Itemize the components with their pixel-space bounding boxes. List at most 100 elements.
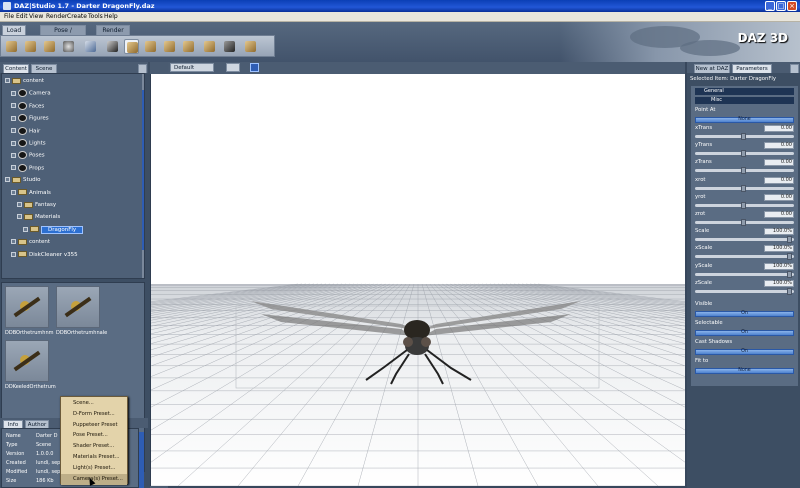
bend-icon[interactable] <box>202 39 217 54</box>
param-slider[interactable] <box>695 287 794 295</box>
select-icon[interactable] <box>105 39 120 54</box>
menu-item[interactable]: Materials Preset... <box>61 452 127 463</box>
param-slider[interactable] <box>695 133 794 140</box>
tree-item[interactable]: Figures <box>11 114 49 123</box>
panel-close-icon[interactable] <box>790 64 799 73</box>
expand-icon[interactable] <box>11 128 16 134</box>
menu-item[interactable]: Light(s) Preset... <box>61 463 127 474</box>
param-value-field[interactable]: 0.00 <box>764 159 794 167</box>
menu-render[interactable]: Render <box>46 13 67 20</box>
twist-icon[interactable] <box>222 39 237 54</box>
menu-file[interactable]: File <box>4 13 14 20</box>
slider-handle[interactable] <box>741 219 746 226</box>
param-slider[interactable] <box>695 236 794 244</box>
expand-icon[interactable] <box>11 140 16 146</box>
param-slider[interactable] <box>695 184 794 192</box>
expand-icon[interactable] <box>11 251 16 257</box>
close-button[interactable]: × <box>787 1 797 11</box>
toggle-button[interactable]: On <box>695 349 794 355</box>
tree-item-selected[interactable]: DragonFly <box>23 225 84 234</box>
maximize-button[interactable]: □ <box>776 1 786 11</box>
expand-icon[interactable] <box>11 103 16 109</box>
translate-icon[interactable] <box>124 39 139 54</box>
tab-scene[interactable]: Scene <box>31 64 57 73</box>
toggle-button[interactable]: On <box>695 330 794 336</box>
param-slider[interactable] <box>695 201 794 209</box>
save-icon[interactable] <box>42 39 57 54</box>
thumbnail[interactable] <box>56 286 100 328</box>
toggle-button[interactable]: None <box>695 368 794 374</box>
point-at-button[interactable]: None <box>695 117 794 123</box>
tree-item[interactable]: content <box>11 238 50 246</box>
rotate-icon[interactable] <box>143 39 158 54</box>
param-value-field[interactable]: 0.00 <box>764 142 794 150</box>
tab-load[interactable]: Load <box>2 25 26 35</box>
expand-icon[interactable] <box>5 78 10 83</box>
new-icon[interactable] <box>4 39 19 54</box>
section-general[interactable]: General <box>695 88 794 95</box>
tree-item[interactable]: Materials <box>17 213 60 221</box>
tab-new-at-daz[interactable]: New at DAZ <box>694 64 730 73</box>
tree-item[interactable]: DiskCleaner v355 <box>11 251 78 259</box>
param-slider[interactable] <box>695 167 794 175</box>
slider-handle[interactable] <box>787 236 792 244</box>
panel-close-icon[interactable] <box>138 64 147 73</box>
menu-item[interactable]: D-Form Preset... <box>61 409 127 420</box>
expand-icon[interactable] <box>5 177 10 183</box>
expand-icon[interactable] <box>23 226 28 232</box>
tab-parameters[interactable]: Parameters <box>732 64 772 73</box>
tree-item[interactable]: Faces <box>11 101 44 111</box>
menu-item[interactable]: Shader Preset... <box>61 441 127 452</box>
scale-icon[interactable] <box>181 39 196 54</box>
expand-icon[interactable] <box>11 115 16 121</box>
tab-render[interactable]: Render <box>96 25 130 35</box>
thumbnail[interactable] <box>5 286 49 328</box>
expand-icon[interactable] <box>11 239 16 245</box>
expand-icon[interactable] <box>11 152 16 158</box>
param-value-field[interactable]: 0.00 <box>764 125 794 132</box>
menu-tools[interactable]: Tools <box>88 13 103 20</box>
menu-view[interactable]: View <box>29 13 43 20</box>
import-icon[interactable] <box>83 39 98 54</box>
tree-item[interactable]: content <box>5 77 44 85</box>
slider-handle[interactable] <box>741 201 746 209</box>
param-value-field[interactable]: 100.0% <box>764 279 794 287</box>
tree-item[interactable]: Camera <box>11 89 51 98</box>
tree-item[interactable]: Poses <box>11 151 45 160</box>
viewport-options-icon[interactable] <box>250 63 259 72</box>
param-value-field[interactable]: 100.0% <box>764 228 794 236</box>
tree-item[interactable]: Fantasy <box>17 201 56 209</box>
tree-item[interactable]: Studio <box>5 176 41 184</box>
param-value-field[interactable]: 100.0% <box>764 245 794 253</box>
param-value-field[interactable]: 0.00 <box>764 176 794 184</box>
settings-icon[interactable] <box>243 39 258 54</box>
move-icon[interactable] <box>162 39 177 54</box>
expand-icon[interactable] <box>17 214 22 220</box>
slider-handle[interactable] <box>741 184 746 192</box>
slider-handle[interactable] <box>787 287 792 295</box>
render-preview-icon[interactable] <box>226 63 240 72</box>
param-value-field[interactable]: 0.00 <box>764 211 794 218</box>
tree-scroll-thumb[interactable] <box>142 90 144 250</box>
stop-icon[interactable] <box>61 39 76 54</box>
param-slider[interactable] <box>695 150 794 158</box>
param-value-field[interactable]: 0.00 <box>764 193 794 201</box>
menu-item[interactable]: Scene... <box>61 398 127 409</box>
slider-handle[interactable] <box>787 270 792 278</box>
3d-viewport[interactable] <box>150 74 685 486</box>
param-slider[interactable] <box>695 270 794 278</box>
menu-help[interactable]: Help <box>104 13 118 20</box>
section-misc[interactable]: Misc <box>695 97 794 104</box>
tree-item[interactable]: Animals <box>11 189 51 197</box>
tree-item[interactable]: Lights <box>11 139 46 148</box>
menu-item[interactable]: Pose Preset... <box>61 430 127 441</box>
slider-handle[interactable] <box>741 167 746 175</box>
expand-icon[interactable] <box>11 90 16 96</box>
toggle-button[interactable]: On <box>695 311 794 317</box>
camera-select[interactable]: Default Camera <box>170 63 214 80</box>
menu-item[interactable]: Puppeteer Preset <box>61 420 127 431</box>
tree-item[interactable]: Props <box>11 163 44 173</box>
open-icon[interactable] <box>23 39 38 54</box>
slider-handle[interactable] <box>741 133 746 140</box>
param-slider[interactable] <box>695 219 794 226</box>
